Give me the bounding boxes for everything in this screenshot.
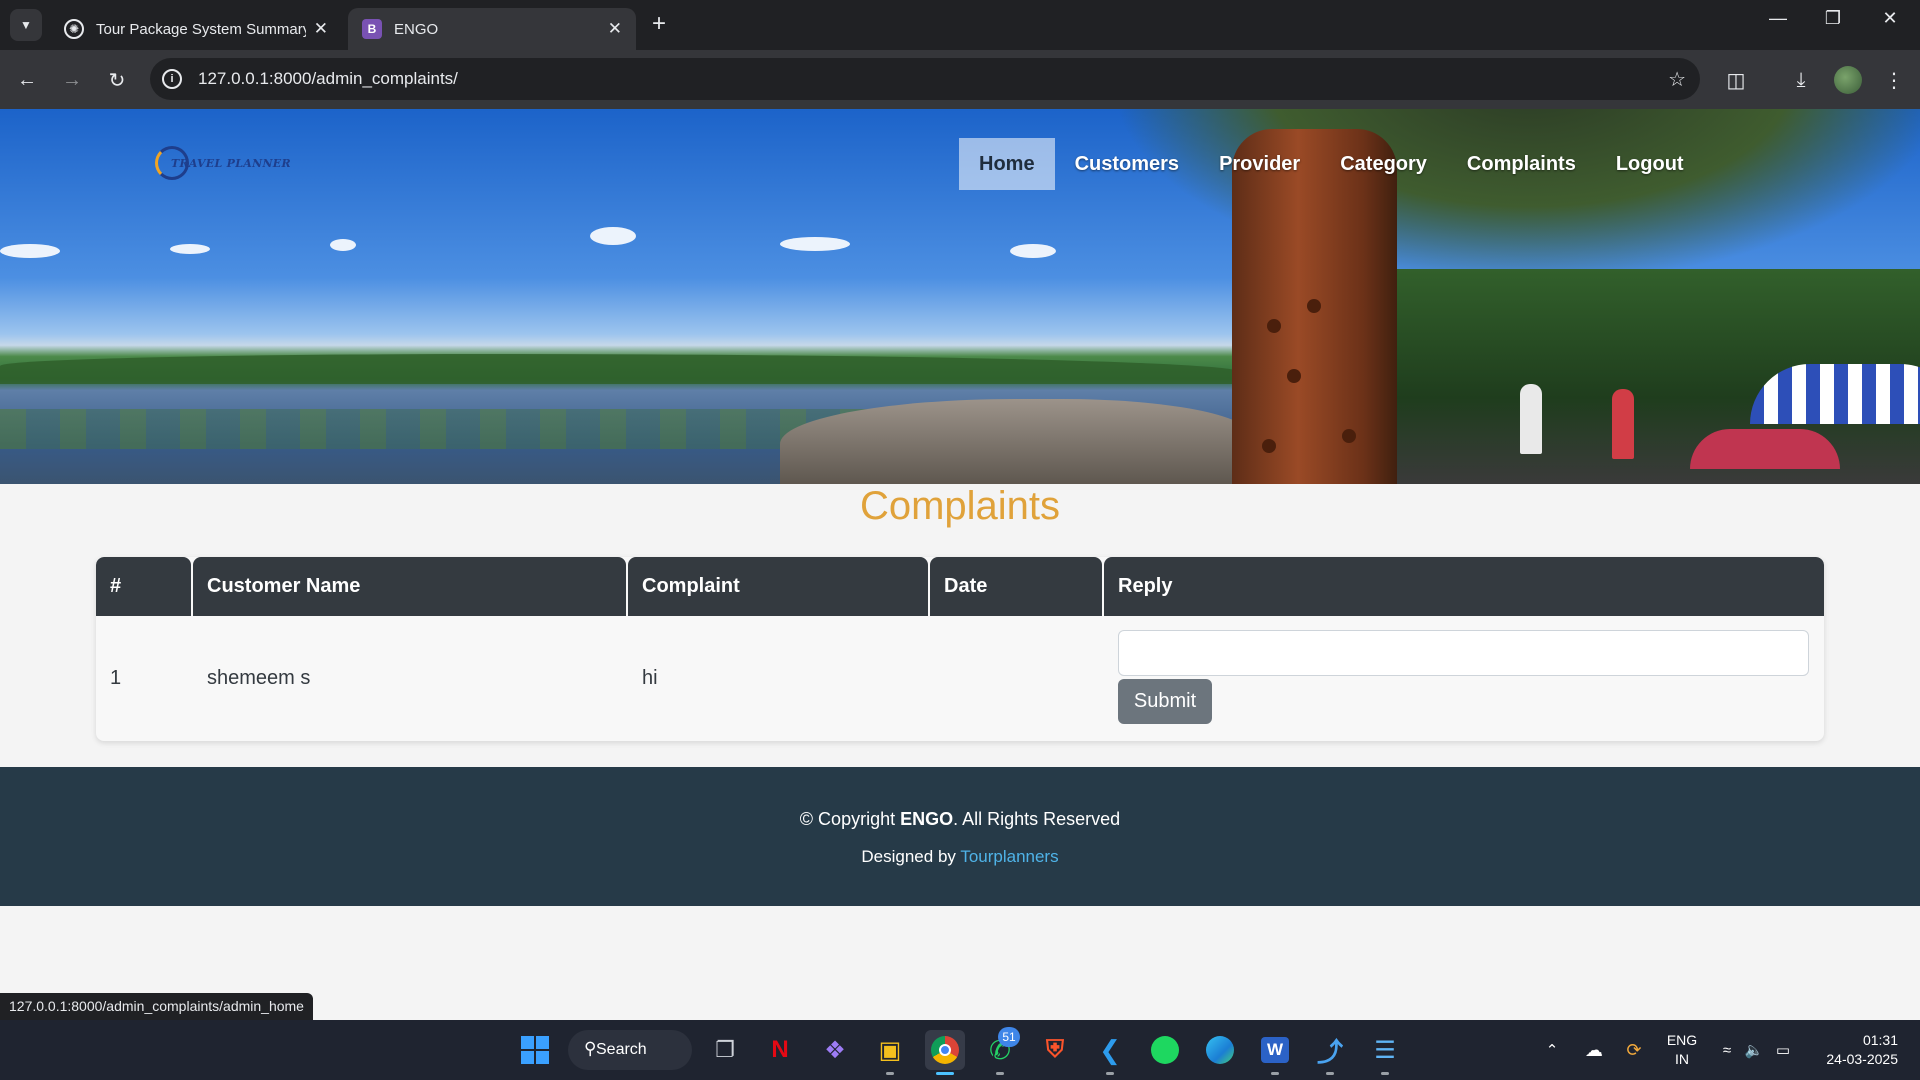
column-header-customer-name: Customer Name	[193, 557, 626, 616]
nav-provider[interactable]: Provider	[1199, 138, 1320, 190]
column-header-number: #	[96, 557, 191, 616]
submit-button[interactable]: Submit	[1118, 679, 1212, 724]
extensions-icon[interactable]: ◫	[1720, 64, 1752, 96]
column-header-complaint: Complaint	[628, 557, 928, 616]
back-arrow-icon[interactable]: ←	[11, 64, 43, 96]
complaint-cell: hi	[642, 667, 658, 689]
clock-date: 24-03-2025	[1826, 1051, 1898, 1067]
battery-icon[interactable]: ▭	[1770, 1020, 1796, 1080]
profile-avatar[interactable]	[1834, 66, 1862, 94]
pinned-app-icon[interactable]: ⤴	[1310, 1030, 1350, 1070]
browser-tab[interactable]: ✺ Tour Package System Summary ✕	[50, 8, 342, 50]
copyright-text: © Copyright ENGO. All Rights Reserved	[0, 809, 1920, 830]
search-icon: ⚲	[584, 1039, 597, 1058]
site-footer: © Copyright ENGO. All Rights Reserved De…	[0, 767, 1920, 906]
url-text[interactable]: 127.0.0.1:8000/admin_complaints/	[198, 69, 458, 89]
browser-toolbar: ← → ↻ i 127.0.0.1:8000/admin_complaints/…	[0, 50, 1920, 109]
footer-brand: ENGO	[900, 809, 954, 829]
designer-link[interactable]: Tourplanners	[960, 847, 1058, 866]
nav-customers[interactable]: Customers	[1055, 138, 1199, 190]
nav-home[interactable]: Home	[959, 138, 1055, 190]
running-indicator	[1271, 1072, 1279, 1075]
logo-text: TRAVEL PLANNER	[171, 156, 291, 170]
whatsapp-unread-badge: 51	[998, 1027, 1020, 1047]
nav-logout[interactable]: Logout	[1596, 138, 1704, 190]
running-indicator	[886, 1072, 894, 1075]
table-header-row: # Customer Name Complaint Date Reply	[96, 557, 1824, 616]
edge-icon[interactable]	[1200, 1030, 1240, 1070]
nav-complaints[interactable]: Complaints	[1447, 138, 1596, 190]
file-explorer-icon[interactable]: ▣	[870, 1030, 910, 1070]
start-button[interactable]	[515, 1030, 555, 1070]
chrome-logo	[931, 1036, 959, 1064]
task-view-icon[interactable]: ❐	[705, 1030, 745, 1070]
word-icon[interactable]: W	[1255, 1030, 1295, 1070]
date-cell	[930, 616, 1104, 741]
close-tab-icon[interactable]: ✕	[608, 19, 622, 39]
browser-tab-bar: ▼ ✺ Tour Package System Summary ✕ B ENGO…	[0, 0, 1920, 50]
bookmark-star-icon[interactable]: ☆	[1668, 67, 1686, 92]
close-window-icon[interactable]: ✕	[1870, 8, 1910, 29]
running-indicator	[1326, 1072, 1334, 1075]
clock-time: 01:31	[1862, 1032, 1898, 1048]
designed-by-label: Designed by	[861, 847, 961, 866]
row-number: 1	[110, 667, 122, 689]
onedrive-cloud-icon[interactable]: ☁	[1580, 1020, 1608, 1080]
tab-title: Tour Package System Summary	[96, 20, 306, 38]
menu-kebab-icon[interactable]: ⋮	[1878, 64, 1910, 96]
close-tab-icon[interactable]: ✕	[314, 19, 328, 39]
system-clock[interactable]: 01:31 24-03-2025	[1812, 1031, 1898, 1069]
copyright-suffix: . All Rights Reserved	[953, 809, 1121, 829]
restore-icon[interactable]: ❐	[1813, 8, 1853, 29]
designer-credit: Designed by Tourplanners	[0, 847, 1920, 867]
tab-search-button[interactable]: ▼	[10, 9, 42, 41]
running-indicator	[1381, 1072, 1389, 1075]
column-header-date: Date	[930, 557, 1102, 616]
reply-cell: Submit	[1104, 616, 1824, 741]
column-header-reply: Reply	[1104, 557, 1824, 616]
netflix-icon[interactable]: N	[760, 1030, 800, 1070]
vscode-icon[interactable]: ❮	[1090, 1030, 1130, 1070]
brave-icon[interactable]: ⛨	[1035, 1030, 1075, 1070]
windows-logo-icon	[521, 1036, 549, 1064]
chrome-icon[interactable]	[925, 1030, 965, 1070]
copilot-icon[interactable]: ❖	[815, 1030, 855, 1070]
wifi-icon[interactable]: ≈	[1715, 1020, 1739, 1080]
travel-planner-logo[interactable]: TRAVEL PLANNER	[155, 146, 291, 180]
sync-icon[interactable]: ⟳	[1620, 1020, 1648, 1080]
customer-name-cell: shemeem s	[207, 667, 311, 689]
main-navigation: Home Customers Provider Category Complai…	[959, 138, 1704, 190]
reload-icon[interactable]: ↻	[101, 64, 133, 96]
running-indicator	[1106, 1072, 1114, 1075]
reply-input[interactable]	[1118, 630, 1809, 676]
nav-category[interactable]: Category	[1320, 138, 1447, 190]
site-info-icon[interactable]: i	[162, 69, 182, 89]
volume-icon[interactable]: 🔈	[1742, 1020, 1766, 1080]
link-status-bar: 127.0.0.1:8000/admin_complaints/admin_ho…	[0, 993, 313, 1020]
region-code: IN	[1675, 1051, 1689, 1067]
taskbar-search[interactable]: ⚲ Search	[568, 1030, 692, 1070]
chevron-up-icon[interactable]: ⌃	[1540, 1020, 1564, 1080]
language-code: ENG	[1666, 1032, 1698, 1048]
browser-tab-active[interactable]: B ENGO ✕	[348, 8, 636, 50]
forward-arrow-icon[interactable]: →	[56, 64, 88, 96]
minimize-icon[interactable]: —	[1758, 8, 1798, 29]
new-tab-button[interactable]: +	[652, 12, 666, 36]
language-indicator[interactable]: ENG IN	[1664, 1031, 1700, 1069]
spotify-icon[interactable]	[1145, 1030, 1185, 1070]
search-label: Search	[596, 1041, 647, 1058]
tab-title: ENGO	[394, 20, 439, 38]
table-row: 1 shemeem s hi Submit	[96, 616, 1824, 741]
address-bar[interactable]: i 127.0.0.1:8000/admin_complaints/ ☆	[150, 58, 1700, 100]
chevron-down-icon: ▼	[20, 18, 32, 32]
chatgpt-icon: ✺	[64, 19, 84, 39]
download-icon[interactable]: ⤓	[1785, 64, 1817, 96]
page-title: Complaints	[859, 484, 1061, 528]
bootstrap-icon: B	[362, 19, 382, 39]
running-indicator	[996, 1072, 1004, 1075]
notepad-icon[interactable]: ☰	[1365, 1030, 1405, 1070]
copyright-prefix: © Copyright	[799, 809, 901, 829]
active-indicator	[936, 1072, 954, 1075]
complaints-table: # Customer Name Complaint Date Reply 1 s…	[96, 557, 1824, 741]
